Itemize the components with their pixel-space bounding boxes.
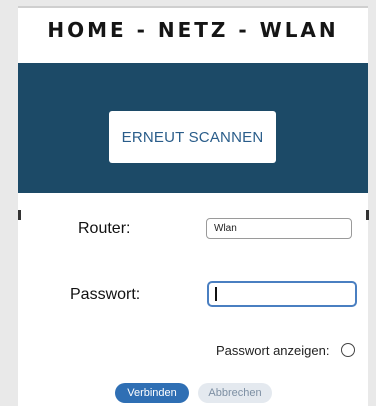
left-edge-marker <box>18 210 21 220</box>
router-select[interactable]: Wlan <box>206 218 352 239</box>
text-cursor <box>215 287 217 301</box>
rescan-button[interactable]: ERNEUT SCANNEN <box>109 111 276 163</box>
right-edge-marker <box>366 210 369 220</box>
router-label: Router: <box>78 220 131 237</box>
page-title: HOME - NETZ - WLAN <box>47 18 339 42</box>
connect-button[interactable]: Verbinden <box>115 383 189 403</box>
scan-banner: ERNEUT SCANNEN <box>18 63 368 193</box>
show-password-label: Passwort anzeigen: <box>216 343 330 358</box>
password-input[interactable] <box>207 281 357 307</box>
top-divider <box>18 6 368 8</box>
wifi-settings-card: HOME - NETZ - WLAN ERNEUT SCANNEN Router… <box>18 6 368 406</box>
password-label: Passwort: <box>70 286 141 303</box>
router-value: Wlan <box>214 223 237 234</box>
cancel-button[interactable]: Abbrechen <box>198 383 272 403</box>
show-password-checkbox[interactable] <box>341 343 355 357</box>
